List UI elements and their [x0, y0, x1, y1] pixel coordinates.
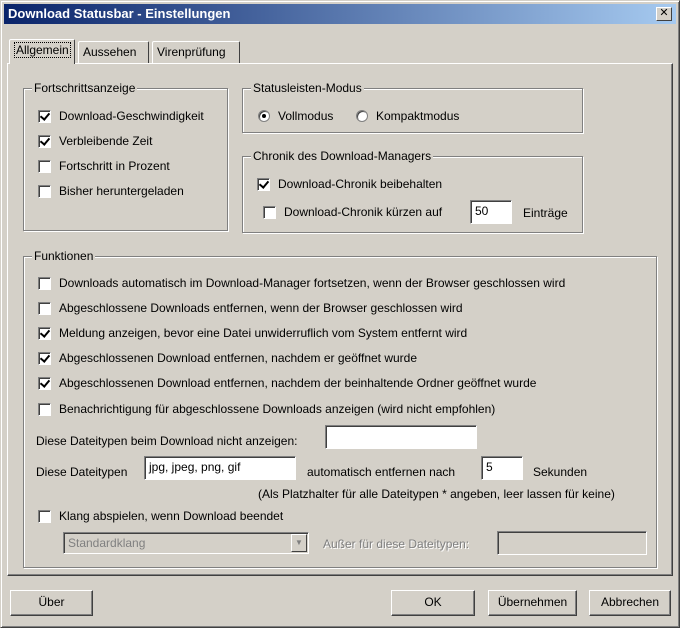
- tab-allgemein-label: Allgemein: [14, 42, 71, 58]
- tab-aussehen-label: Aussehen: [83, 45, 137, 59]
- apply-button[interactable]: Übernehmen: [488, 590, 577, 616]
- radio-label: Vollmodus: [278, 109, 334, 123]
- checkbox-box[interactable]: [38, 351, 51, 365]
- history-entries-input[interactable]: 50: [470, 200, 512, 224]
- checkbox-download-speed[interactable]: Download-Geschwindigkeit: [38, 108, 204, 124]
- checkbox-notification[interactable]: Benachrichtigung für abgeschlossene Down…: [38, 401, 495, 417]
- checkbox-label: Fortschritt in Prozent: [59, 159, 170, 173]
- close-button[interactable]: ✕: [656, 7, 672, 21]
- checkbox-box[interactable]: [38, 509, 51, 523]
- radio-full-mode[interactable]: Vollmodus: [258, 108, 333, 124]
- checkbox-confirm-delete[interactable]: Meldung anzeigen, bevor eine Datei unwid…: [38, 325, 467, 341]
- auto-remove-label-middle: automatisch entfernen nach: [307, 465, 456, 479]
- sound-except-input[interactable]: [497, 531, 647, 555]
- checkbox-label: Abgeschlossene Downloads entfernen, wenn…: [59, 301, 463, 315]
- about-button[interactable]: Über: [10, 590, 93, 616]
- close-icon: ✕: [659, 7, 669, 19]
- chevron-down-icon[interactable]: ▼: [291, 534, 307, 552]
- checkbox-play-sound[interactable]: Klang abspielen, wenn Download beendet: [38, 508, 283, 524]
- ok-button[interactable]: OK: [391, 590, 475, 616]
- radio-compact-mode[interactable]: Kompaktmodus: [356, 108, 459, 124]
- checkbox-label: Download-Chronik beibehalten: [278, 177, 443, 191]
- functions-group-title: Funktionen: [32, 248, 96, 264]
- checkbox-remove-after-folder-open[interactable]: Abgeschlossenen Download entfernen, nach…: [38, 375, 536, 391]
- checkbox-box[interactable]: [38, 109, 51, 123]
- auto-remove-seconds-input[interactable]: 5: [481, 456, 523, 480]
- checkbox-box[interactable]: [263, 205, 276, 219]
- checkbox-resume-downloads[interactable]: Downloads automatisch im Download-Manage…: [38, 275, 565, 291]
- history-group-title: Chronik des Download-Managers: [251, 148, 434, 164]
- checkbox-keep-history[interactable]: Download-Chronik beibehalten: [257, 176, 442, 192]
- auto-remove-hint: (Als Platzhalter für alle Dateitypen * a…: [258, 487, 615, 501]
- checkbox-downloaded-so-far[interactable]: Bisher heruntergeladen: [38, 183, 184, 199]
- checkbox-box[interactable]: [38, 376, 51, 390]
- checkbox-label: Download-Geschwindigkeit: [59, 109, 204, 123]
- auto-remove-label-prefix: Diese Dateitypen: [36, 465, 128, 479]
- checkbox-box[interactable]: [38, 402, 51, 416]
- checkbox-box[interactable]: [38, 301, 51, 315]
- checkbox-remove-after-open[interactable]: Abgeschlossenen Download entfernen, nach…: [38, 350, 417, 366]
- window-title: Download Statusbar - Einstellungen: [8, 6, 231, 21]
- radio-label: Kompaktmodus: [376, 109, 460, 123]
- checkbox-box[interactable]: [257, 177, 270, 191]
- tab-virenpruefung[interactable]: Virenprüfung: [152, 41, 240, 63]
- checkbox-trim-history[interactable]: Download-Chronik kürzen auf: [263, 204, 442, 220]
- history-entries-unit: Einträge: [523, 206, 568, 220]
- ignore-types-label: Diese Dateitypen beim Download nicht anz…: [36, 434, 298, 448]
- radio-button[interactable]: [356, 110, 368, 122]
- sound-except-label: Außer für diese Dateitypen:: [323, 537, 470, 551]
- checkbox-box[interactable]: [38, 134, 51, 148]
- auto-remove-label-suffix: Sekunden: [533, 465, 588, 479]
- settings-window: Download Statusbar - Einstellungen ✕ All…: [0, 0, 680, 628]
- auto-remove-types-input[interactable]: jpg, jpeg, png, gif: [144, 456, 296, 480]
- checkbox-box[interactable]: [38, 159, 51, 173]
- checkbox-label: Abgeschlossenen Download entfernen, nach…: [59, 351, 418, 365]
- checkbox-remaining-time[interactable]: Verbleibende Zeit: [38, 133, 152, 149]
- checkbox-label: Downloads automatisch im Download-Manage…: [59, 276, 566, 290]
- progress-display-group-title: Fortschrittsanzeige: [32, 80, 138, 96]
- tab-virenpruefung-label: Virenprüfung: [157, 45, 226, 59]
- history-group: Chronik des Download-Managers: [242, 148, 583, 233]
- checkbox-label: Meldung anzeigen, bevor eine Datei unwid…: [59, 326, 468, 340]
- tab-aussehen[interactable]: Aussehen: [78, 41, 149, 63]
- checkbox-remove-on-close[interactable]: Abgeschlossene Downloads entfernen, wenn…: [38, 300, 463, 316]
- checkbox-label: Bisher heruntergeladen: [59, 184, 184, 198]
- sound-select-value: Standardklang: [68, 536, 146, 550]
- checkbox-label: Benachrichtigung für abgeschlossene Down…: [59, 402, 496, 416]
- checkbox-label: Download-Chronik kürzen auf: [284, 205, 443, 219]
- checkbox-box[interactable]: [38, 184, 51, 198]
- checkbox-progress-percent[interactable]: Fortschritt in Prozent: [38, 158, 170, 174]
- checkbox-label: Klang abspielen, wenn Download beendet: [59, 509, 284, 523]
- title-bar[interactable]: Download Statusbar - Einstellungen ✕: [4, 4, 676, 24]
- sound-select[interactable]: Standardklang ▼: [63, 532, 309, 554]
- checkbox-label: Verbleibende Zeit: [59, 134, 153, 148]
- cancel-button[interactable]: Abbrechen: [589, 590, 671, 616]
- checkbox-label: Abgeschlossenen Download entfernen, nach…: [59, 376, 537, 390]
- checkbox-box[interactable]: [38, 326, 51, 340]
- statusbar-mode-group-title: Statusleisten-Modus: [251, 80, 364, 96]
- ignore-types-input[interactable]: [325, 425, 477, 449]
- checkbox-box[interactable]: [38, 276, 51, 290]
- tab-allgemein[interactable]: Allgemein: [9, 39, 75, 64]
- radio-button[interactable]: [258, 110, 270, 122]
